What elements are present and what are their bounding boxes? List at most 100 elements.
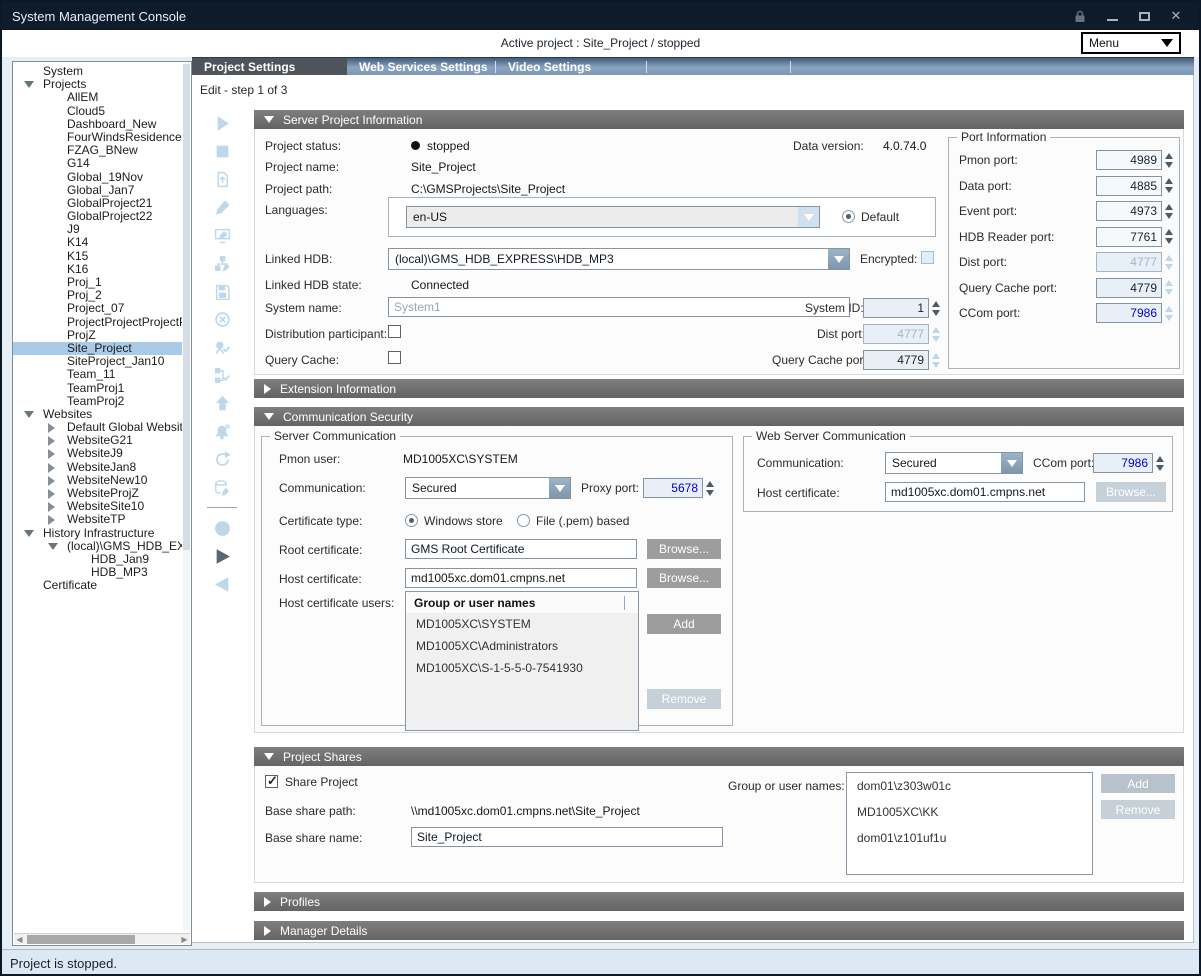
tree-item[interactable]: ProjectProjectProjectProje xyxy=(13,316,182,329)
ccom-port-spinner[interactable]: 7986 xyxy=(1096,303,1173,323)
save-button[interactable] xyxy=(199,277,245,305)
tree-item[interactable]: Project_07 xyxy=(13,302,182,315)
web-host-certificate-input[interactable]: md1005xc.dom01.cmpns.net xyxy=(885,482,1085,502)
spin-down-icon[interactable] xyxy=(1165,315,1173,321)
tree-item[interactable]: Global_19Nov xyxy=(13,171,182,184)
next-button[interactable] xyxy=(199,542,245,570)
default-language-radio[interactable] xyxy=(842,210,855,223)
spin-down-icon[interactable] xyxy=(1165,162,1173,168)
tree-item[interactable]: Websites xyxy=(13,408,182,421)
dist-port-spinner[interactable]: 4777 xyxy=(863,324,940,344)
cancel-button[interactable] xyxy=(199,305,245,333)
tree-item[interactable]: SiteProject_Jan10 xyxy=(13,355,182,368)
stop-button[interactable] xyxy=(199,137,245,165)
tree-expand-icon[interactable] xyxy=(48,463,55,473)
spin-down-icon[interactable] xyxy=(1165,213,1173,219)
certificate-user-item[interactable]: MD1005XC\SYSTEM xyxy=(406,613,638,635)
section-header-server-project-information[interactable]: Server Project Information xyxy=(254,110,1184,129)
tree-item[interactable]: Proj_2 xyxy=(13,289,182,302)
windows-store-radio[interactable] xyxy=(405,514,418,527)
tree-item[interactable]: ProjZ xyxy=(13,329,182,342)
combo-arrow-icon[interactable] xyxy=(1001,453,1022,473)
tree-collapse-icon[interactable] xyxy=(24,81,34,88)
tree-item[interactable]: WebsiteTP xyxy=(13,513,182,526)
spin-up-icon[interactable] xyxy=(1165,306,1173,312)
spin-up-icon[interactable] xyxy=(1165,178,1173,184)
distribution-participant-checkbox[interactable] xyxy=(388,325,401,338)
share-users-list[interactable]: dom01\z303w01cMD1005XC\KKdom01\z101uf1u xyxy=(846,772,1093,875)
back-button[interactable] xyxy=(199,570,245,598)
query-cache-port-spinner[interactable]: 4779 xyxy=(863,350,940,370)
web-communication-combobox[interactable]: Secured xyxy=(885,452,1023,474)
tree-item[interactable]: TeamProj2 xyxy=(13,395,182,408)
certificate-user-item[interactable]: MD1005XC\Administrators xyxy=(406,635,638,657)
host-certificate-input[interactable]: md1005xc.dom01.cmpns.net xyxy=(405,568,637,588)
tree-expand-icon[interactable] xyxy=(48,502,55,512)
validate-project-button[interactable] xyxy=(199,333,245,361)
host-certificate-users-list[interactable]: Group or user names MD1005XC\SYSTEMMD100… xyxy=(405,591,639,731)
tree-item[interactable]: HDB_MP3 xyxy=(13,566,182,579)
scroll-left-icon[interactable]: ◀ xyxy=(15,935,24,944)
tree-item[interactable]: Dashboard_New xyxy=(13,118,182,131)
tree-collapse-icon[interactable] xyxy=(48,543,58,550)
tree-item[interactable]: History Infrastructure xyxy=(13,527,182,540)
tree-item[interactable]: Global_Jan7 xyxy=(13,184,182,197)
upload-button[interactable] xyxy=(199,389,245,417)
tree-item[interactable]: Site_Project xyxy=(13,342,182,355)
tree-item[interactable]: TeamProj1 xyxy=(13,382,182,395)
spin-up-icon[interactable] xyxy=(1165,153,1173,159)
tree-expand-icon[interactable] xyxy=(48,515,55,525)
tree-expand-icon[interactable] xyxy=(48,476,55,486)
tree-item[interactable]: (local)\GMS_HDB_EXPRESS xyxy=(13,540,182,553)
validate-network-button[interactable] xyxy=(199,361,245,389)
tree-collapse-icon[interactable] xyxy=(24,530,34,537)
spin-down-icon[interactable] xyxy=(1165,187,1173,193)
spin-down-icon[interactable] xyxy=(1165,264,1173,270)
tab-video-settings[interactable]: Video Settings xyxy=(496,58,646,75)
section-header-manager-details[interactable]: Manager Details xyxy=(254,921,1184,940)
event-port-spinner[interactable]: 4973 xyxy=(1096,201,1173,221)
server-communication-combobox[interactable]: Secured xyxy=(405,477,571,499)
dist-port-spinner[interactable]: 4777 xyxy=(1096,252,1173,272)
language-combobox[interactable]: en-US xyxy=(406,206,820,228)
proxy-port-spinner[interactable]: 5678 xyxy=(643,478,714,498)
tab-project-settings[interactable]: Project Settings xyxy=(192,58,347,75)
combo-arrow-icon[interactable] xyxy=(798,207,819,227)
tree-item[interactable]: FZAG_BNew xyxy=(13,144,182,157)
tab-web-services-settings[interactable]: Web Services Settings xyxy=(347,58,495,75)
tree-item[interactable]: Team_11 xyxy=(13,368,182,381)
tree-item[interactable]: K16 xyxy=(13,263,182,276)
tree-item[interactable]: FourWindsResidence xyxy=(13,131,182,144)
hdb-reader-port-spinner[interactable]: 7761 xyxy=(1096,227,1173,247)
share-user-item[interactable]: dom01\z303w01c xyxy=(847,773,1092,799)
tree-expand-icon[interactable] xyxy=(48,423,55,433)
tree-item[interactable]: Certificate xyxy=(13,579,182,592)
edit-network-button[interactable] xyxy=(199,249,245,277)
host-certificate-browse-button[interactable]: Browse... xyxy=(647,568,721,588)
scroll-right-icon[interactable]: ▶ xyxy=(180,935,189,944)
linked-hdb-combobox[interactable]: (local)\GMS_HDB_EXPRESS\HDB_MP3 xyxy=(388,248,850,270)
share-project-checkbox[interactable] xyxy=(265,775,278,788)
web-host-certificate-browse-button[interactable]: Browse... xyxy=(1096,482,1166,502)
tree-collapse-icon[interactable] xyxy=(24,411,34,418)
tree-item[interactable]: Default Global Website xyxy=(13,421,182,434)
tree-item[interactable]: Proj_1 xyxy=(13,276,182,289)
spin-up-icon[interactable] xyxy=(1165,204,1173,210)
section-header-project-shares[interactable]: Project Shares xyxy=(254,747,1184,766)
tree-item[interactable]: GlobalProject22 xyxy=(13,210,182,223)
file-pem-radio[interactable] xyxy=(517,514,530,527)
section-header-profiles[interactable]: Profiles xyxy=(254,892,1184,911)
share-add-button[interactable]: Add xyxy=(1101,774,1175,793)
tree-item[interactable]: GlobalProject21 xyxy=(13,197,182,210)
tree-item[interactable]: K15 xyxy=(13,250,182,263)
tree-vertical-scrollbar[interactable] xyxy=(183,64,190,931)
start-button[interactable] xyxy=(199,109,245,137)
system-id-spinner[interactable]: 1 xyxy=(863,298,940,318)
tree-expand-icon[interactable] xyxy=(48,449,55,459)
tree-item[interactable]: WebsiteProjZ xyxy=(13,487,182,500)
edit-deployment-button[interactable] xyxy=(199,221,245,249)
data-port-spinner[interactable]: 4885 xyxy=(1096,176,1173,196)
tree-horizontal-scrollbar[interactable]: ◀ ▶ xyxy=(14,933,190,944)
tree-item[interactable]: WebsiteG21 xyxy=(13,434,182,447)
tree-item[interactable]: WebsiteJan8 xyxy=(13,461,182,474)
